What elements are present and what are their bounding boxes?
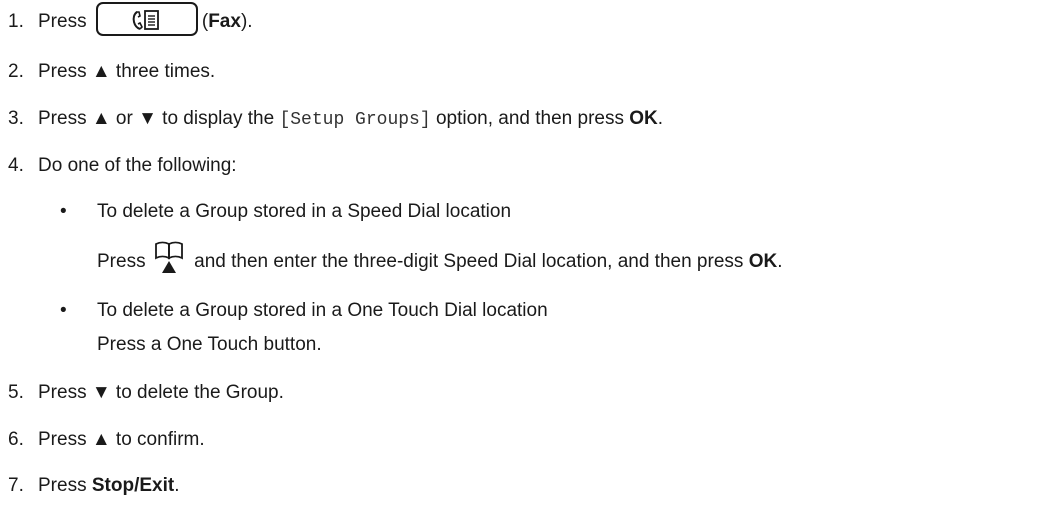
fax-label: Fax (208, 11, 241, 33)
period: . (657, 108, 664, 129)
step-number: 2. (8, 61, 24, 82)
bullet: • (60, 300, 67, 321)
option-one-touch: • To delete a Group stored in a One Touch… (60, 299, 548, 323)
step-3: 3. Press ▲ or ▼ to display the [Setup Gro… (0, 107, 663, 132)
address-book-icon (153, 240, 187, 274)
step-7: 7. Press Stop/Exit. (0, 474, 179, 498)
bullet: • (60, 201, 67, 222)
step-5: 5. Press ▼ to delete the Group. (0, 381, 284, 405)
option-speed-dial: • To delete a Group stored in a Speed Dia… (60, 200, 511, 224)
instruction-text: Press a One Touch button. (97, 334, 322, 355)
period: . (777, 251, 783, 273)
step-text: Press (38, 475, 92, 496)
instruction-text: Press (97, 251, 151, 273)
instruction-text: and then enter the three-digit Speed Dia… (188, 251, 749, 273)
step-4: 4. Do one of the following: (0, 154, 237, 178)
step-number: 5. (8, 382, 24, 403)
option-speed-dial-instruction: Press and then enter the three-digit Spe… (97, 241, 783, 274)
menu-option-code: [Setup Groups] (279, 110, 431, 130)
step-2: 2. Press ▲ three times. (0, 60, 215, 84)
step-6: 6. Press ▲ to confirm. (0, 428, 205, 452)
ok-label: OK (748, 251, 778, 273)
option-one-touch-instruction: Press a One Touch button. (97, 333, 322, 357)
step-number: 1. (8, 11, 24, 33)
step-text: Do one of the following: (38, 155, 237, 176)
period: . (174, 475, 180, 496)
step-text: Press (38, 11, 87, 33)
paren-close: ). (240, 11, 253, 33)
step-text: option, and then press (430, 108, 630, 129)
step-1: 1. Press (Fax). (0, 2, 253, 36)
fax-button-icon (132, 10, 159, 30)
option-heading: To delete a Group stored in a Speed Dial… (97, 201, 512, 222)
step-text: Press ▲ three times. (38, 61, 216, 82)
step-number: 3. (8, 108, 24, 129)
step-number: 6. (8, 429, 24, 450)
step-number: 7. (8, 475, 24, 496)
fax-button (95, 2, 198, 36)
step-text: Press ▲ or ▼ to display the (38, 108, 280, 129)
step-text: Press ▲ to confirm. (38, 429, 205, 450)
ok-label: OK (629, 108, 658, 129)
step-text: Press ▼ to delete the Group. (38, 382, 284, 403)
option-heading: To delete a Group stored in a One Touch … (97, 300, 548, 321)
step-number: 4. (8, 155, 24, 176)
stop-exit-label: Stop/Exit (91, 475, 175, 496)
